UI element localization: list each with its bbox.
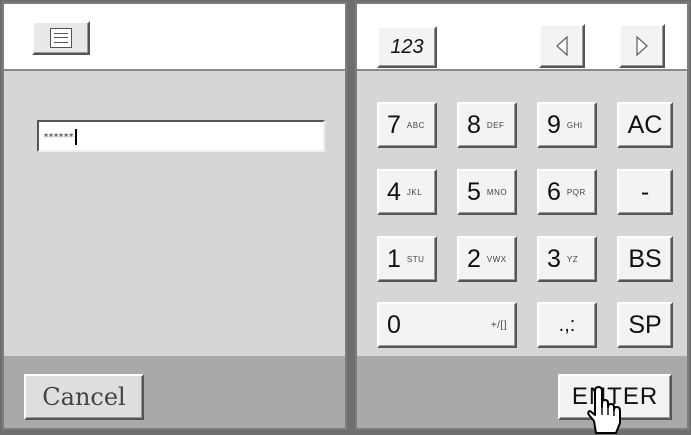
- key-main: 8: [467, 110, 481, 139]
- key-main: AC: [627, 110, 663, 139]
- key-5[interactable]: 5 MNO: [457, 169, 517, 215]
- key-6[interactable]: 6 PQR: [537, 169, 597, 215]
- key-all-clear[interactable]: AC: [617, 102, 673, 148]
- keypad-panel: 123 7 ABC 8 DEF 9 GHI AC 4 JKL 5 MNO 6 PQR - 1…: [355, 2, 689, 434]
- menu-list-icon: [50, 28, 72, 48]
- key-punctuation[interactable]: .,:: [537, 302, 597, 348]
- key-sub: GHI: [566, 120, 583, 130]
- key-sub: DEF: [486, 120, 505, 130]
- triangle-right-icon: [636, 35, 648, 57]
- key-main: 3: [547, 244, 561, 273]
- key-sub: PQR: [566, 187, 586, 197]
- cursor-left-button[interactable]: [539, 24, 585, 68]
- key-sub: VWX: [486, 254, 507, 264]
- enter-button[interactable]: ENTER: [558, 374, 672, 420]
- key-sub: YZ: [566, 254, 579, 264]
- key-minus[interactable]: -: [617, 169, 673, 215]
- key-main: 4: [387, 177, 401, 206]
- left-panel: ****** Cancel: [2, 2, 347, 430]
- key-backspace[interactable]: BS: [617, 236, 673, 282]
- key-3[interactable]: 3 YZ: [537, 236, 597, 282]
- key-4[interactable]: 4 JKL: [377, 169, 437, 215]
- key-sub: JKL: [406, 187, 423, 197]
- password-value: ******: [43, 132, 74, 143]
- key-1[interactable]: 1 STU: [377, 236, 437, 282]
- menu-button[interactable]: [32, 21, 90, 55]
- cursor-right-button[interactable]: [619, 24, 665, 68]
- key-main: 6: [547, 177, 561, 206]
- key-0[interactable]: 0 +/[]: [377, 302, 517, 348]
- key-7[interactable]: 7 ABC: [377, 102, 437, 148]
- key-sub: +/[]: [490, 319, 507, 331]
- text-caret: [75, 129, 78, 145]
- key-9[interactable]: 9 GHI: [537, 102, 597, 148]
- numeric-mode-button[interactable]: 123: [377, 26, 437, 68]
- key-main: 2: [467, 244, 481, 273]
- key-sub: MNO: [486, 187, 508, 197]
- key-space[interactable]: SP: [617, 302, 673, 348]
- key-sub: ABC: [406, 120, 425, 130]
- key-main: 0: [387, 310, 401, 339]
- key-main: 1: [387, 244, 401, 273]
- key-main: .,:: [558, 313, 576, 336]
- triangle-left-icon: [556, 35, 568, 57]
- cancel-button[interactable]: Cancel: [24, 374, 144, 420]
- left-header: [4, 4, 345, 71]
- keypad-header: 123: [357, 4, 687, 71]
- key-main: 5: [467, 177, 481, 206]
- key-main: SP: [628, 310, 662, 339]
- key-main: -: [640, 177, 650, 206]
- key-main: BS: [628, 244, 662, 273]
- key-8[interactable]: 8 DEF: [457, 102, 517, 148]
- password-input[interactable]: ******: [37, 120, 325, 152]
- key-2[interactable]: 2 VWX: [457, 236, 517, 282]
- key-sub: STU: [406, 254, 425, 264]
- key-main: 9: [547, 110, 561, 139]
- key-main: 7: [387, 110, 401, 139]
